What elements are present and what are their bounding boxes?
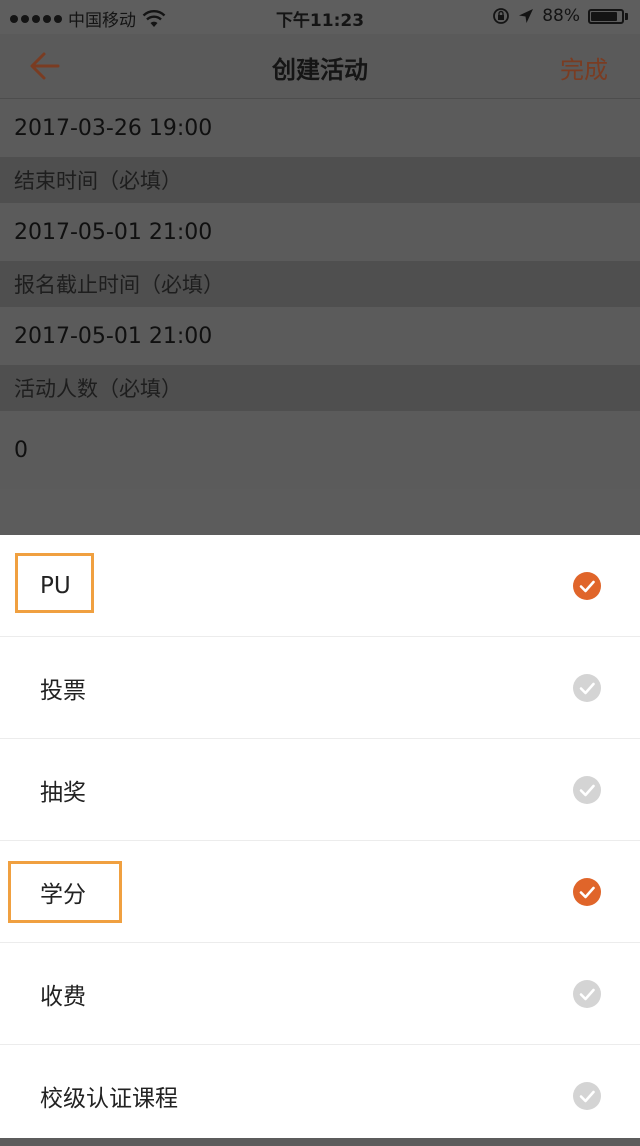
battery-fill (591, 11, 618, 21)
signup-deadline-field[interactable]: 2017-05-01 21:00 (0, 307, 640, 365)
nav-bar: 创建活动 完成 (0, 34, 640, 99)
option-vote[interactable]: 投票 (0, 637, 640, 739)
option-lottery[interactable]: 抽奖 (0, 739, 640, 841)
option-pu[interactable]: PU (0, 535, 640, 637)
option-certified-course[interactable]: 校级认证课程 (0, 1045, 640, 1146)
option-credits[interactable]: 学分 (0, 841, 640, 943)
option-label: 投票 (40, 677, 86, 704)
options-sheet: PU 投票 抽奖 学分 收费 校级认证课程 (0, 535, 640, 1138)
signup-deadline-label: 报名截止时间（必填） (0, 261, 640, 307)
option-label: 校级认证课程 (40, 1085, 178, 1112)
status-right: 88% (492, 6, 628, 26)
check-circle-icon[interactable] (573, 674, 601, 702)
option-fee[interactable]: 收费 (0, 943, 640, 1045)
check-circle-icon[interactable] (573, 776, 601, 804)
battery-icon (588, 8, 628, 24)
check-circle-icon[interactable] (573, 980, 601, 1008)
participants-label: 活动人数（必填） (0, 365, 640, 411)
participants-field[interactable]: 0 (0, 411, 640, 489)
status-bar: 中国移动 下午11:23 88% (0, 0, 640, 34)
check-circle-icon[interactable] (573, 572, 601, 600)
check-circle-icon[interactable] (573, 878, 601, 906)
end-time-label: 结束时间（必填） (0, 157, 640, 203)
option-label: PU (40, 572, 71, 599)
end-time-field[interactable]: 2017-05-01 21:00 (0, 203, 640, 261)
option-label: 学分 (40, 881, 86, 908)
start-time-field[interactable]: 2017-03-26 19:00 (0, 99, 640, 157)
option-label: 抽奖 (40, 779, 86, 806)
battery-percent: 88% (542, 6, 580, 26)
page-title: 创建活动 (272, 56, 368, 84)
option-label: 收费 (40, 983, 86, 1010)
activity-form: 2017-03-26 19:00 结束时间（必填） 2017-05-01 21:… (0, 99, 640, 489)
check-circle-icon[interactable] (573, 1082, 601, 1110)
rotation-lock-icon (493, 8, 510, 24)
done-button[interactable]: 完成 (560, 50, 608, 85)
location-arrow-icon (519, 9, 534, 23)
